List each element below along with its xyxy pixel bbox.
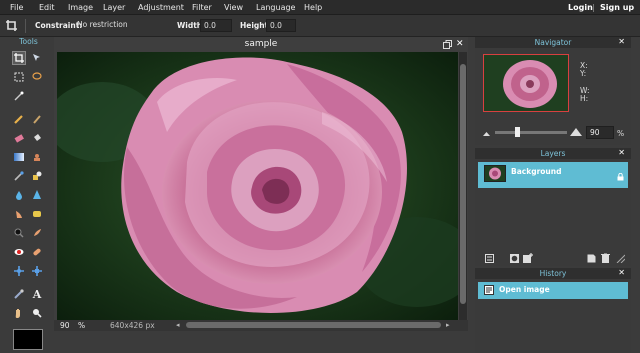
open-image-icon [484, 285, 494, 295]
smudge-tool-icon[interactable] [12, 207, 26, 221]
delete-layer-icon[interactable] [601, 252, 610, 263]
navigator-thumbnail [484, 55, 568, 111]
document-window: sample ✕ 90 % 640x426 px ◂ ▸ [54, 37, 468, 331]
drawing-tool-icon[interactable] [30, 169, 44, 183]
history-panel: History ✕ Open image [475, 268, 631, 353]
bloat-tool-icon[interactable] [12, 264, 26, 278]
zoom-out-icon[interactable] [483, 129, 490, 136]
move-tool-icon[interactable] [30, 51, 44, 65]
new-layer-icon[interactable] [587, 254, 596, 263]
history-item-label: Open image [499, 285, 550, 294]
gradient-tool-icon[interactable] [12, 150, 26, 164]
signup-link[interactable]: Sign up [600, 3, 634, 12]
navigator-title: Navigator [475, 37, 631, 48]
crop-tool-icon[interactable] [12, 51, 26, 65]
color-picker-tool-icon[interactable] [12, 287, 26, 301]
zoom-tool-icon[interactable] [30, 306, 44, 320]
close-navigator-icon[interactable]: ✕ [618, 37, 625, 46]
color-replace-tool-icon[interactable] [12, 169, 26, 183]
close-layers-icon[interactable]: ✕ [618, 148, 625, 157]
menu-adjustment[interactable]: Adjustment [138, 3, 184, 12]
menu-image[interactable]: Image [68, 3, 93, 12]
eraser-tool-icon[interactable] [12, 131, 26, 145]
hand-tool-icon[interactable] [12, 306, 26, 320]
document-status-bar: 90 % 640x426 px ◂ ▸ [54, 320, 468, 331]
layer-row[interactable]: Background [478, 162, 628, 188]
menu-help[interactable]: Help [304, 3, 322, 12]
layers-panel: Layers ✕ Background [475, 148, 631, 266]
pencil-tool-icon[interactable] [12, 112, 26, 126]
zoom-slider-thumb[interactable] [514, 127, 520, 137]
spot-heal-tool-icon[interactable] [30, 245, 44, 259]
menu-language[interactable]: Language [256, 3, 295, 12]
pinch-tool-icon[interactable] [30, 264, 44, 278]
navigator-panel: Navigator ✕ X: Y: W: H: 90 % [475, 37, 631, 145]
navigator-preview[interactable] [483, 54, 569, 112]
type-tool-icon[interactable]: A [30, 287, 44, 301]
zoom-in-icon[interactable] [570, 127, 582, 136]
lock-icon [617, 172, 624, 181]
layer-thumbnail [484, 165, 506, 182]
nav-h-label: H: [580, 94, 589, 103]
options-bar: Constraint: No restriction Width: 0.0 He… [0, 15, 640, 37]
menu-filter[interactable]: Filter [192, 3, 212, 12]
maximize-icon[interactable] [443, 40, 452, 49]
scroll-right-icon[interactable]: ▸ [446, 321, 450, 329]
sponge-tool-icon[interactable] [30, 207, 44, 221]
nav-y-label: Y: [580, 69, 587, 78]
horizontal-scroll-thumb[interactable] [186, 322, 441, 328]
document-title: sample [244, 39, 278, 49]
close-document-icon[interactable]: ✕ [456, 39, 464, 49]
menu-layer[interactable]: Layer [103, 3, 125, 12]
burn-tool-icon[interactable] [30, 226, 44, 240]
menu-edit[interactable]: Edit [39, 3, 55, 12]
image-dimensions: 640x426 px [110, 321, 155, 330]
constraint-select[interactable]: No restriction [74, 19, 159, 32]
tools-title: Tools [19, 37, 38, 46]
nav-zoom-input[interactable]: 90 [586, 126, 614, 139]
layer-mask-icon[interactable] [510, 254, 519, 263]
layers-title: Layers [475, 148, 631, 159]
crop-icon [5, 19, 19, 33]
sharpen-tool-icon[interactable] [30, 188, 44, 202]
close-history-icon[interactable]: ✕ [618, 268, 625, 277]
blur-tool-icon[interactable] [12, 188, 26, 202]
foreground-color-swatch[interactable] [13, 329, 43, 350]
clone-stamp-tool-icon[interactable] [30, 150, 44, 164]
brush-tool-icon[interactable] [30, 112, 44, 126]
layer-styles-icon[interactable] [523, 253, 534, 263]
zoom-unit: % [78, 321, 86, 330]
image-canvas[interactable] [57, 52, 458, 320]
vertical-scroll-thumb[interactable] [460, 64, 466, 304]
history-item[interactable]: Open image [478, 282, 628, 299]
zoom-slider-track[interactable] [495, 131, 567, 134]
resize-grip-icon[interactable] [616, 254, 626, 264]
dodge-tool-icon[interactable] [12, 226, 26, 240]
divider [25, 19, 26, 33]
layer-properties-icon[interactable] [485, 254, 494, 263]
menu-file[interactable]: File [10, 3, 23, 12]
lasso-tool-icon[interactable] [30, 70, 44, 84]
paint-bucket-tool-icon[interactable] [30, 131, 44, 145]
nav-zoom-unit: % [617, 129, 625, 138]
menu-view[interactable]: View [224, 3, 243, 12]
marquee-tool-icon[interactable] [12, 70, 26, 84]
height-input[interactable]: 0.0 [266, 19, 296, 32]
rose-photo [57, 52, 458, 320]
tools-panel: Tools A [9, 37, 48, 353]
history-title: History [475, 268, 631, 279]
menu-bar: File Edit Image Layer Adjustment Filter … [0, 0, 640, 15]
layer-name: Background [511, 167, 562, 176]
red-eye-tool-icon[interactable] [12, 245, 26, 259]
auth-separator: | [592, 3, 595, 12]
magic-wand-tool-icon[interactable] [12, 89, 26, 103]
login-link[interactable]: Login [568, 3, 593, 12]
zoom-value[interactable]: 90 [60, 321, 70, 330]
scroll-left-icon[interactable]: ◂ [176, 321, 180, 329]
width-input[interactable]: 0.0 [200, 19, 232, 32]
vertical-scrollbar[interactable] [459, 52, 467, 320]
